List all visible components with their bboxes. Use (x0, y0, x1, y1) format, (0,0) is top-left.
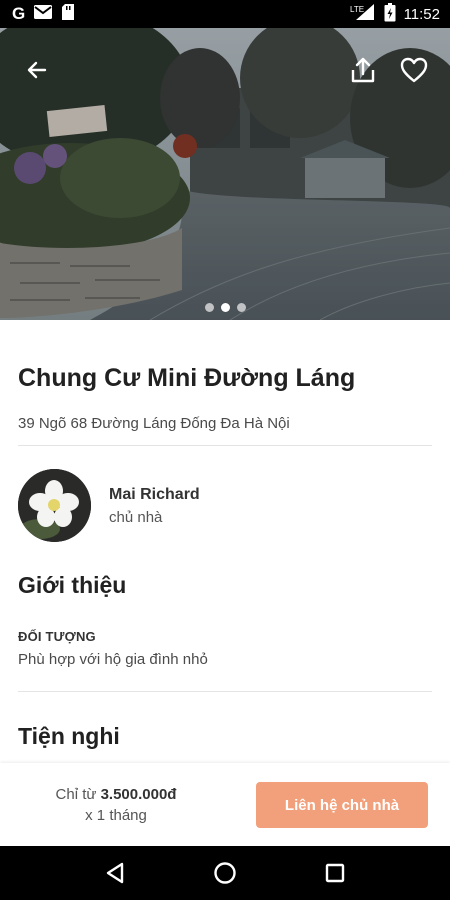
nav-home-button[interactable] (205, 853, 245, 893)
nav-back-button[interactable] (95, 853, 135, 893)
listing-title: Chung Cư Mini Đường Láng (18, 364, 356, 392)
listing-photo-carousel[interactable] (0, 28, 450, 320)
divider (18, 445, 432, 446)
carousel-dot-active[interactable] (220, 303, 230, 312)
price-prefix: Chỉ từ (55, 786, 97, 803)
price-period: x 1 tháng (85, 807, 147, 824)
status-notifications: G (12, 3, 75, 25)
avatar (18, 469, 91, 542)
carousel-dot[interactable] (204, 303, 214, 312)
listing-details: Chung Cư Mini Đường Láng 39 Ngõ 68 Đường… (0, 320, 450, 763)
battery-icon (384, 2, 396, 26)
google-icon: G (12, 4, 26, 23)
price-value: 3.500.000đ (100, 786, 177, 803)
intro-section-title: Giới thiệu (18, 572, 127, 598)
owner-role: chủ nhà (109, 508, 163, 526)
back-button[interactable] (17, 50, 57, 90)
signal-icon: LTE (350, 3, 376, 25)
gmail-icon (33, 4, 53, 24)
owner-name: Mai Richard (109, 485, 200, 503)
audience-label: ĐỐI TƯỢNG (18, 629, 96, 644)
share-button[interactable] (343, 50, 383, 90)
price-summary: Chỉ từ 3.500.000đ x 1 tháng (18, 784, 214, 826)
flower-avatar-image (18, 469, 91, 542)
home-circle-icon (214, 862, 236, 884)
nav-recents-button[interactable] (315, 853, 355, 893)
owner-info: Mai Richard chủ nhà (109, 486, 200, 526)
audience-value: Phù hợp với hộ gia đình nhỏ (18, 651, 208, 668)
back-arrow-icon (27, 61, 47, 79)
price-line: Chỉ từ 3.500.000đ (18, 784, 214, 805)
carousel-dot[interactable] (236, 303, 246, 312)
recents-square-icon (325, 863, 345, 883)
sd-card-icon (61, 3, 75, 25)
status-bar: G LTE 11:52 (0, 0, 450, 28)
amenities-section-title: Tiện nghi (18, 723, 120, 749)
status-system: LTE 11:52 (350, 2, 440, 26)
contact-owner-button[interactable]: Liên hệ chủ nhà (256, 782, 428, 828)
share-icon (351, 57, 375, 83)
back-triangle-icon (106, 862, 124, 884)
owner-card[interactable]: Mai Richard chủ nhà (18, 469, 200, 542)
system-nav-bar (0, 846, 450, 900)
status-time: 11:52 (403, 5, 440, 23)
heart-icon (400, 57, 428, 83)
favorite-button[interactable] (394, 50, 434, 90)
listing-address: 39 Ngõ 68 Đường Láng Đống Đa Hà Nội (18, 415, 290, 432)
price-bar: Chỉ từ 3.500.000đ x 1 tháng Liên hệ chủ … (0, 763, 450, 846)
svg-text:LTE: LTE (350, 5, 364, 14)
divider (18, 691, 432, 692)
carousel-indicator (0, 303, 450, 312)
